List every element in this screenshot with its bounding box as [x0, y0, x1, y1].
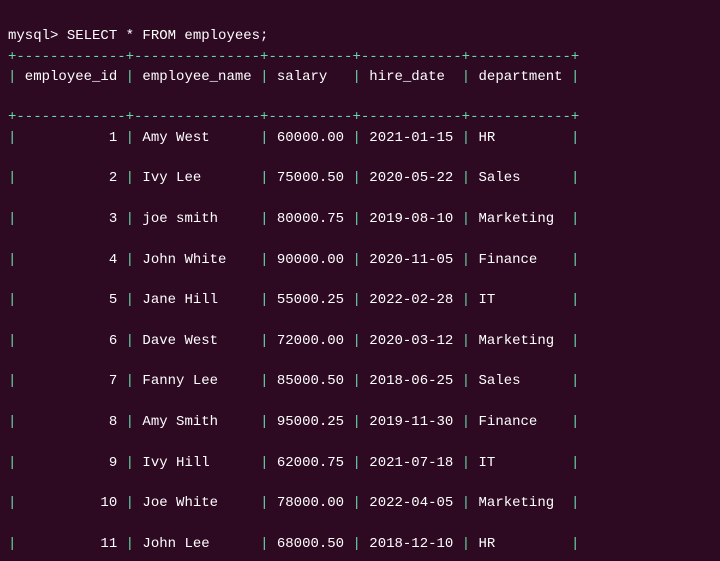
table-cell: Dave West: [134, 333, 260, 349]
table-cell: 78000.00: [268, 495, 352, 511]
table-cell: Finance: [470, 252, 571, 268]
table-cell: 8: [16, 414, 125, 430]
column-header: employee_name: [134, 69, 260, 85]
sql-query: SELECT * FROM employees;: [67, 28, 269, 44]
table-row: | 6 | Dave West | 72000.00 | 2020-03-12 …: [8, 331, 714, 351]
column-header: salary: [268, 69, 352, 85]
table-row: | 11 | John Lee | 68000.50 | 2018-12-10 …: [8, 534, 714, 554]
table-header-row: | employee_id | employee_name | salary |…: [8, 67, 714, 87]
table-cell: 5: [16, 292, 125, 308]
table-cell: 2022-04-05: [361, 495, 462, 511]
table-cell: John Lee: [134, 536, 260, 552]
table-cell: Ivy Hill: [134, 455, 260, 471]
table-cell: 2021-01-15: [361, 130, 462, 146]
table-row: | 9 | Ivy Hill | 62000.75 | 2021-07-18 |…: [8, 453, 714, 473]
table-cell: Marketing: [470, 333, 571, 349]
table-cell: 55000.25: [268, 292, 352, 308]
table-row: | 4 | John White | 90000.00 | 2020-11-05…: [8, 250, 714, 270]
table-cell: 2020-11-05: [361, 252, 462, 268]
table-cell: 85000.50: [268, 373, 352, 389]
table-cell: 2: [16, 170, 125, 186]
table-cell: Finance: [470, 414, 571, 430]
table-cell: 80000.75: [268, 211, 352, 227]
table-cell: 2019-11-30: [361, 414, 462, 430]
table-cell: 62000.75: [268, 455, 352, 471]
table-cell: 2018-06-25: [361, 373, 462, 389]
table-cell: Marketing: [470, 211, 571, 227]
table-row: | 1 | Amy West | 60000.00 | 2021-01-15 |…: [8, 128, 714, 148]
table-cell: IT: [470, 455, 571, 471]
table-cell: John White: [134, 252, 260, 268]
table-body: | 1 | Amy West | 60000.00 | 2021-01-15 |…: [8, 128, 714, 561]
table-cell: joe smith: [134, 211, 260, 227]
table-cell: Sales: [470, 373, 571, 389]
table-cell: Sales: [470, 170, 571, 186]
table-cell: 2019-08-10: [361, 211, 462, 227]
table-cell: Amy West: [134, 130, 260, 146]
table-cell: 4: [16, 252, 125, 268]
table-cell: 2020-05-22: [361, 170, 462, 186]
table-cell: 1: [16, 130, 125, 146]
table-cell: 90000.00: [268, 252, 352, 268]
table-cell: 3: [16, 211, 125, 227]
table-border-top: +-------------+---------------+---------…: [8, 49, 579, 65]
terminal-output: mysql> SELECT * FROM employees; +-------…: [0, 0, 720, 561]
table-cell: 2022-02-28: [361, 292, 462, 308]
column-header: employee_id: [16, 69, 125, 85]
table-row: | 8 | Amy Smith | 95000.25 | 2019-11-30 …: [8, 412, 714, 432]
table-cell: Joe White: [134, 495, 260, 511]
table-cell: HR: [470, 536, 571, 552]
table-cell: 95000.25: [268, 414, 352, 430]
table-row: | 10 | Joe White | 78000.00 | 2022-04-05…: [8, 493, 714, 513]
table-cell: 11: [16, 536, 125, 552]
table-cell: IT: [470, 292, 571, 308]
column-header: hire_date: [361, 69, 462, 85]
column-header: department: [470, 69, 571, 85]
table-cell: Ivy Lee: [134, 170, 260, 186]
table-cell: 7: [16, 373, 125, 389]
table-row: | 2 | Ivy Lee | 75000.50 | 2020-05-22 | …: [8, 168, 714, 188]
table-cell: 68000.50: [268, 536, 352, 552]
table-cell: 2018-12-10: [361, 536, 462, 552]
table-cell: Marketing: [470, 495, 571, 511]
table-cell: 2021-07-18: [361, 455, 462, 471]
table-row: | 7 | Fanny Lee | 85000.50 | 2018-06-25 …: [8, 371, 714, 391]
mysql-prompt: mysql>: [8, 28, 67, 44]
table-cell: 60000.00: [268, 130, 352, 146]
table-cell: 72000.00: [268, 333, 352, 349]
table-cell: 2020-03-12: [361, 333, 462, 349]
table-cell: 10: [16, 495, 125, 511]
table-row: | 3 | joe smith | 80000.75 | 2019-08-10 …: [8, 209, 714, 229]
table-cell: 75000.50: [268, 170, 352, 186]
table-border-mid: +-------------+---------------+---------…: [8, 109, 579, 125]
table-cell: 6: [16, 333, 125, 349]
table-row: | 5 | Jane Hill | 55000.25 | 2022-02-28 …: [8, 290, 714, 310]
table-cell: Fanny Lee: [134, 373, 260, 389]
table-cell: 9: [16, 455, 125, 471]
table-cell: Amy Smith: [134, 414, 260, 430]
prompt-line: mysql> SELECT * FROM employees;: [8, 28, 268, 44]
table-cell: HR: [470, 130, 571, 146]
table-cell: Jane Hill: [134, 292, 260, 308]
